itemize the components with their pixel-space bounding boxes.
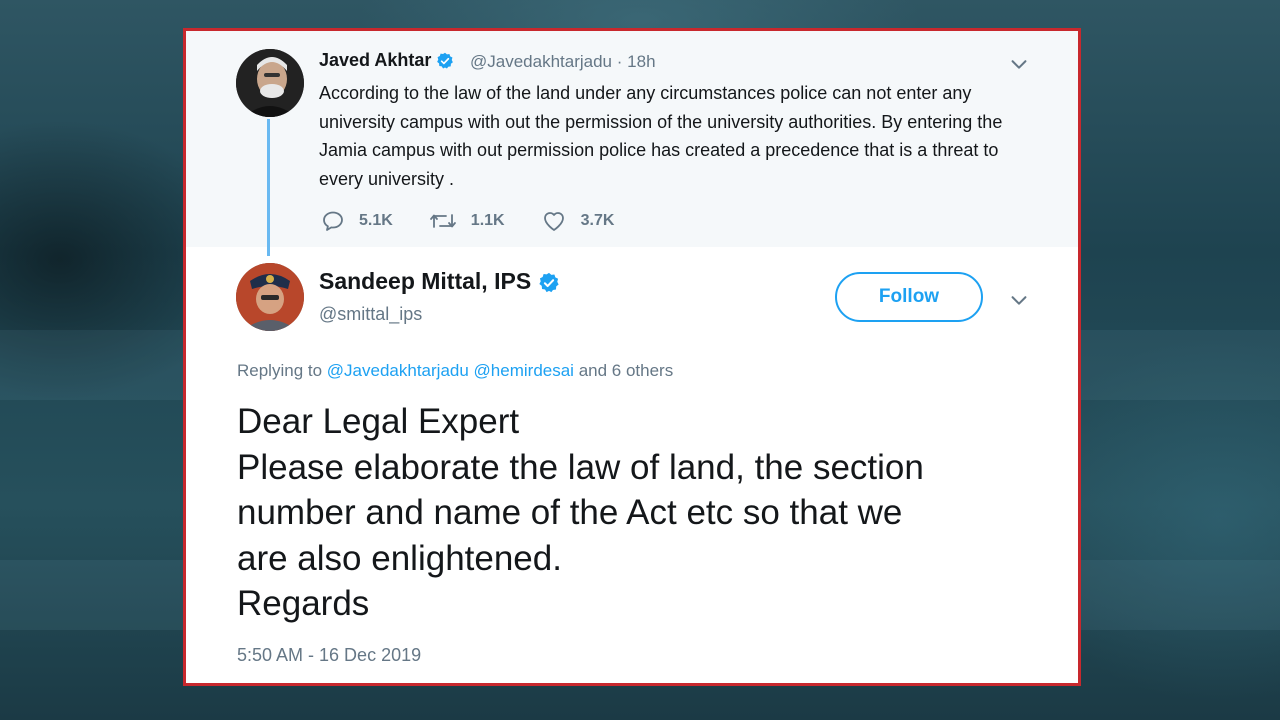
parent-tweet-actions: 5.1K 1.1K 3.7K xyxy=(321,209,650,233)
parent-time[interactable]: 18h xyxy=(627,52,655,71)
reply-action[interactable]: 5.1K xyxy=(321,209,393,233)
separator-dot: · xyxy=(616,52,623,71)
reply-text-line: Dear Legal Expert xyxy=(237,402,520,441)
retweet-action[interactable]: 1.1K xyxy=(429,209,505,233)
mention-hemirdesai[interactable]: @hemirdesai xyxy=(474,361,574,380)
retweet-icon xyxy=(429,214,456,228)
reply-icon xyxy=(323,211,343,231)
chevron-down-icon xyxy=(1011,60,1027,69)
parent-author-name[interactable]: Javed Akhtar xyxy=(319,50,454,71)
like-action[interactable]: 3.7K xyxy=(541,209,615,233)
like-count: 3.7K xyxy=(580,212,615,229)
sandeep-mittal-avatar[interactable] xyxy=(236,263,304,331)
avatar-photo xyxy=(236,49,304,117)
reply-handle[interactable]: @smittal_ips xyxy=(319,304,422,325)
reply-author-name-text[interactable]: Sandeep Mittal, IPS xyxy=(319,268,531,294)
follow-button[interactable]: Follow xyxy=(835,272,983,322)
reply-count: 5.1K xyxy=(359,212,393,229)
avatar-photo xyxy=(236,263,304,331)
replying-prefix: Replying to xyxy=(237,361,323,380)
reply-author-name[interactable]: Sandeep Mittal, IPS xyxy=(319,268,560,295)
chevron-down-icon xyxy=(1011,296,1027,305)
tweet-screenshot-card: Javed Akhtar @Javedakhtarjadu · 18h Acco… xyxy=(183,28,1081,686)
reply-tweet-text: Dear Legal Expert Please elaborate the l… xyxy=(237,399,1057,627)
parent-author-name-text[interactable]: Javed Akhtar xyxy=(319,50,431,70)
replying-to-line: Replying to @Javedakhtarjadu @hemirdesai… xyxy=(237,361,673,381)
verified-badge-icon xyxy=(437,53,454,69)
mention-javedakhtarjadu[interactable]: @Javedakhtarjadu xyxy=(327,361,469,380)
parent-tweet-text: According to the law of the land under a… xyxy=(319,83,1003,189)
thread-connector-line xyxy=(267,119,270,256)
reply-more-menu[interactable] xyxy=(1008,289,1030,316)
like-icon xyxy=(543,212,564,231)
reply-text-line: are also enlightened. xyxy=(237,538,562,578)
verified-badge-icon xyxy=(538,272,559,293)
retweet-count: 1.1K xyxy=(470,212,505,229)
reply-text-line: Please elaborate the law of land, the se… xyxy=(237,447,924,487)
reply-timestamp[interactable]: 5:50 AM - 16 Dec 2019 xyxy=(237,645,421,666)
javed-akhtar-avatar[interactable] xyxy=(236,49,304,117)
reply-text-line: Regards xyxy=(237,584,370,623)
parent-handle[interactable]: @Javedakhtarjadu xyxy=(470,52,612,71)
parent-handle-time: @Javedakhtarjadu · 18h xyxy=(470,52,656,72)
replying-others[interactable]: and 6 others xyxy=(579,361,674,380)
parent-more-menu[interactable] xyxy=(1008,53,1030,80)
reply-text-line: number and name of the Act etc so that w… xyxy=(237,493,903,532)
